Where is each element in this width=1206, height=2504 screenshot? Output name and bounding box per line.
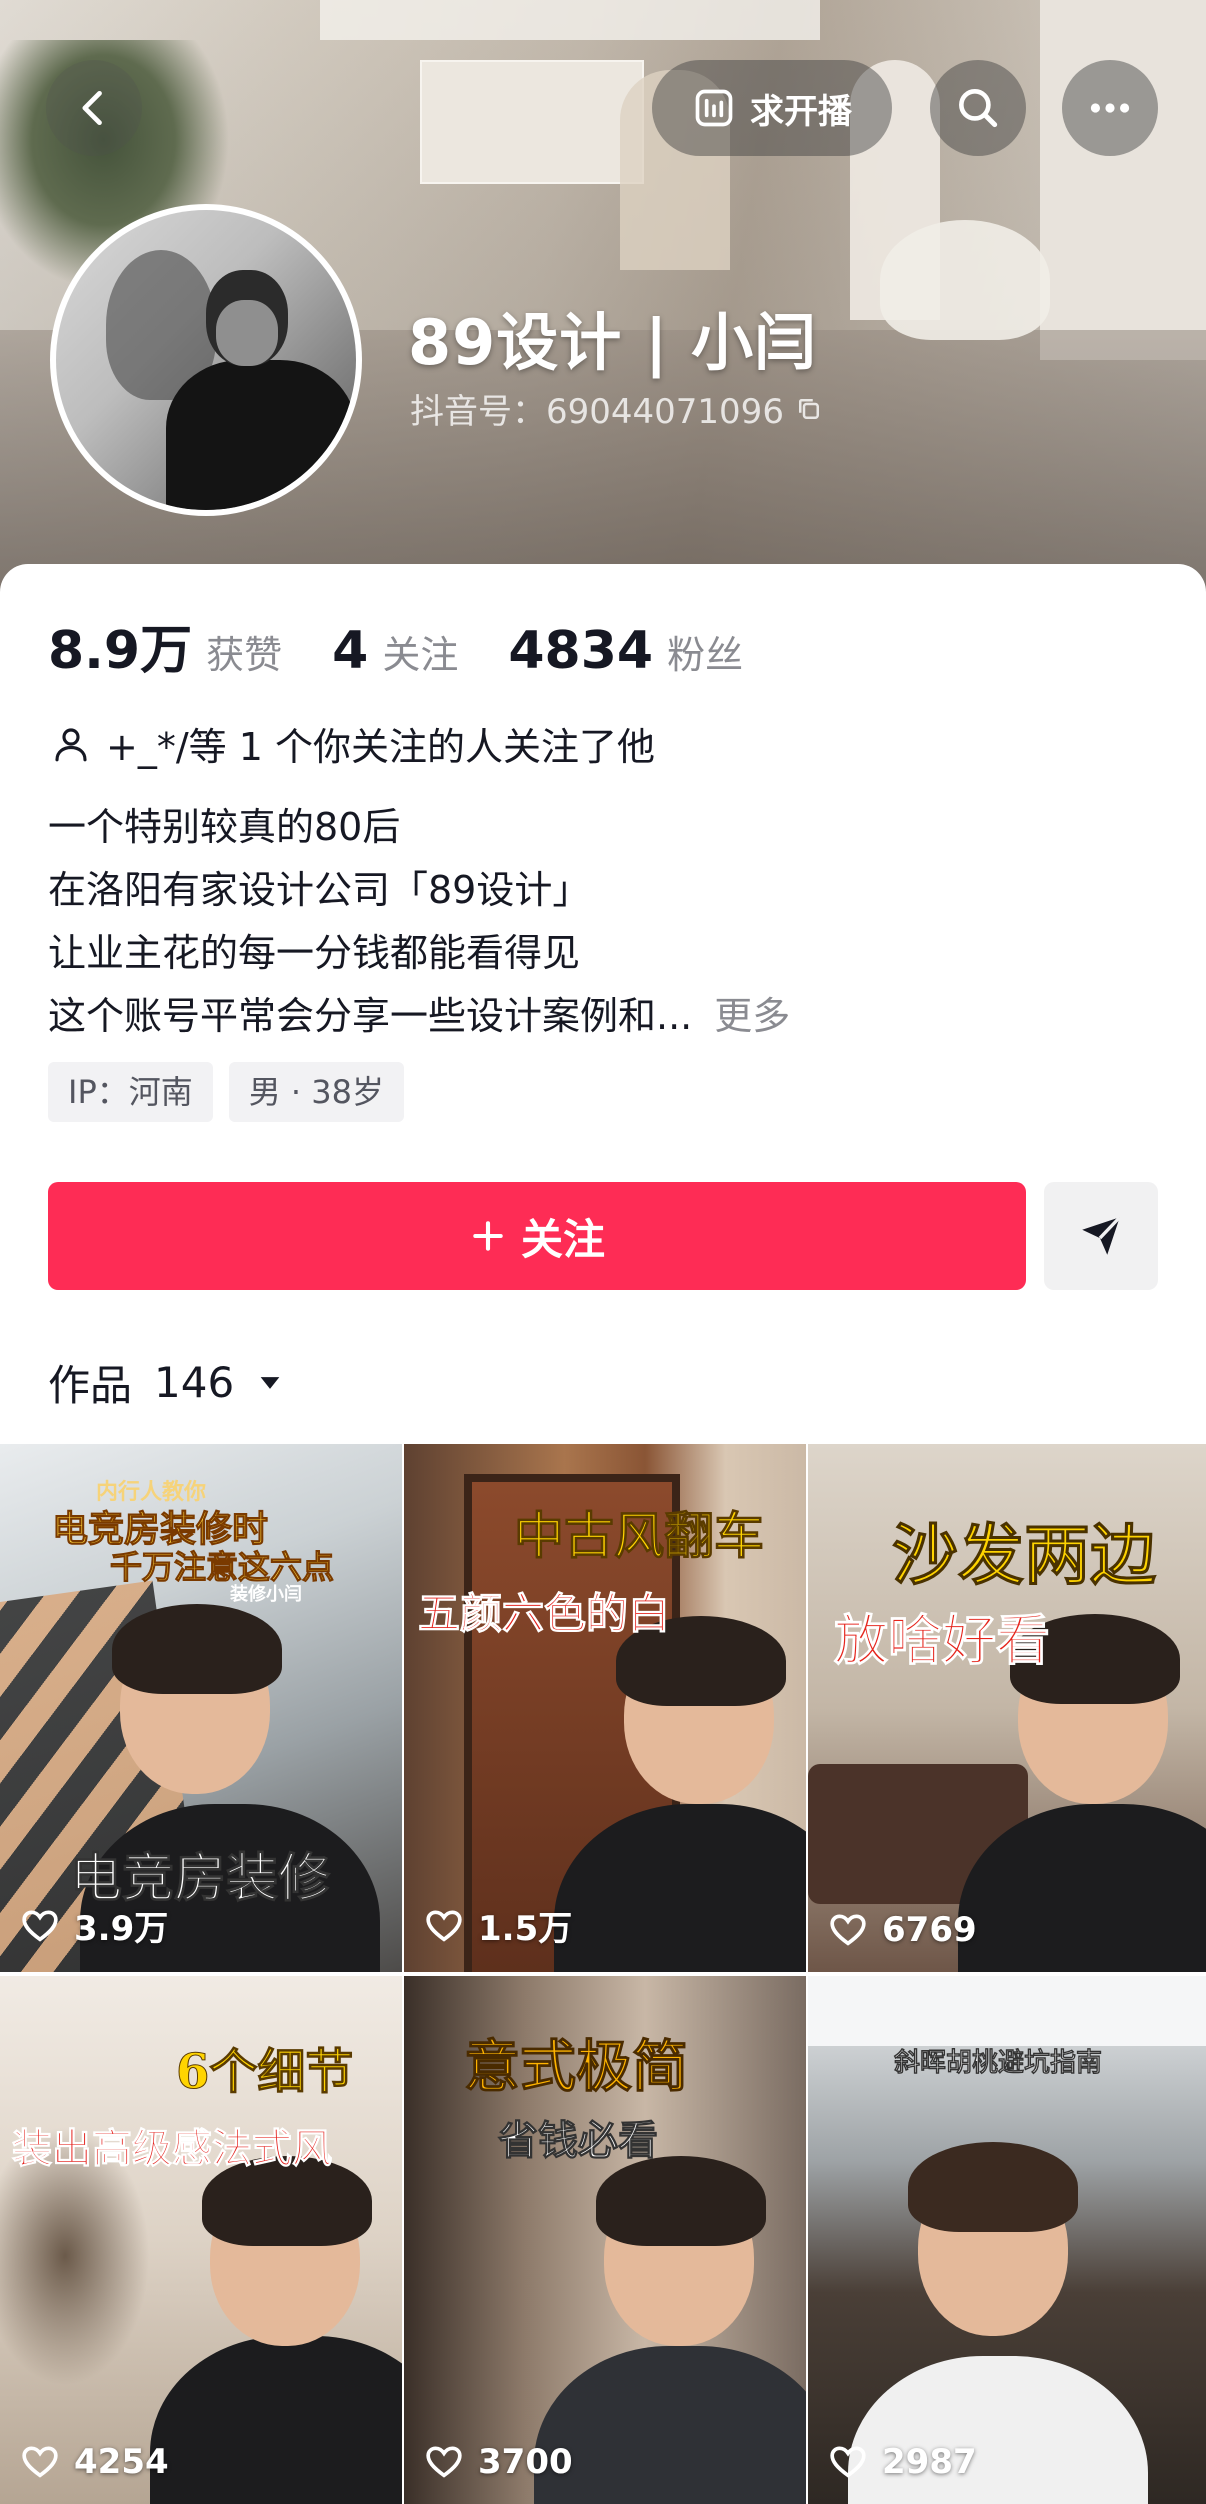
profile-info-card: 8.9万 获赞 4 关注 4834 粉丝 +_*/等 1 个你关注的人关注了他 … [0,564,1206,2504]
likes-count: 8.9万 [48,621,193,681]
video-caption-title: 斜晖胡桃避坑指南 [894,2048,1103,2079]
video-caption-brand: 装修小闫 [230,1584,302,1605]
video-caption-title: 沙发两边 [892,1516,1157,1595]
bio: 一个特别较真的80后 在洛阳有家设计公司「89设计」 让业主花的每一分钱都能看得… [48,796,790,1048]
back-button[interactable] [46,60,142,156]
works-label: 作品 [48,1361,133,1410]
video-likes: 1.5万 [424,1901,572,1950]
follow-button[interactable]: 关注 [48,1182,1026,1290]
video-likes-count: 4254 [74,2442,169,2482]
bio-line: 一个特别较真的80后 [48,805,401,849]
gender-age-tag: 男 · 38岁 [228,1062,404,1122]
video-caption-title: 中古风翻车 [514,1506,765,1566]
video-grid: 内行人教你 电竞房装修时 千万注意这六点 装修小闫 电竞房装修 3.9万 中古风… [0,1444,1206,2504]
bio-line: 这个账号平常会分享一些设计案例和... [48,994,693,1038]
search-button[interactable] [930,60,1026,156]
video-likes-count: 3700 [478,2442,573,2482]
video-caption-bottom: 电竞房装修 [69,1848,331,1910]
avatar[interactable] [50,204,362,516]
bar-chart-icon [695,89,733,127]
heart-icon [830,2446,866,2478]
follow-label: 关注 [520,1215,605,1263]
video-likes-count: 1.5万 [478,1909,573,1949]
video-likes: 3.9万 [20,1901,168,1950]
video-caption-sub: 五颜六色的白 [417,1589,671,1639]
display-name: 89设计 | 小闫 [408,306,818,379]
back-arrow-icon [82,90,102,126]
mutual-followers-text: +_*/等 1 个你关注的人关注了他 [106,725,655,769]
following-label[interactable]: 关注 [382,624,458,679]
send-icon [1082,1216,1121,1255]
heart-icon [830,1914,866,1946]
video-thumbnail[interactable]: 斜晖胡桃避坑指南 2987 [808,1976,1206,2504]
video-likes-count: 6769 [882,1910,977,1950]
person-icon [55,727,87,761]
more-options-button[interactable] [1062,60,1158,156]
request-live-label: 求开播 [750,91,852,132]
mutual-followers[interactable]: +_*/等 1 个你关注的人关注了他 [50,716,655,771]
video-likes-count: 2987 [882,2442,977,2482]
video-likes-count: 3.9万 [74,1909,169,1949]
likes-label: 获赞 [206,633,283,677]
search-icon [959,89,998,128]
video-caption-title: 6个细节 [175,2044,354,2101]
video-caption-sub: 放啥好看 [834,1608,1051,1673]
profile-stats: 8.9万 获赞 4 关注 4834 粉丝 [48,608,793,683]
video-caption-sub: 装出高级感法式风 [12,2125,333,2173]
profile-tags: IP：河南 男 · 38岁 [48,1062,404,1122]
video-likes: 6769 [828,1910,977,1950]
douyin-id-text: 抖音号：69044071096 [410,392,784,432]
caret-down-icon [260,1376,280,1389]
share-button[interactable] [1044,1182,1158,1290]
followers-label[interactable]: 粉丝 [667,624,743,679]
avatar-photo [56,210,356,510]
ip-location-tag: IP：河南 [48,1062,213,1122]
bio-line: 让业主花的每一分钱都能看得见 [48,931,581,975]
heart-icon [426,2446,462,2478]
video-thumbnail[interactable]: 中古风翻车 五颜六色的白 1.5万 [404,1444,806,1972]
request-live-button[interactable]: 求开播 [652,60,892,156]
video-likes: 3700 [424,2442,573,2482]
more-dots-icon [1090,103,1130,113]
works-count: 146 [154,1358,235,1407]
following-count[interactable]: 4 [332,621,368,681]
copy-icon[interactable] [794,394,824,424]
plus-icon [473,1221,503,1251]
douyin-id[interactable]: 抖音号：69044071096 [410,384,824,433]
followers-count[interactable]: 4834 [508,621,653,681]
video-thumbnail[interactable]: 沙发两边 放啥好看 6769 [808,1444,1206,1972]
bio-more-link[interactable]: 更多 [714,994,790,1038]
video-thumbnail[interactable]: 6个细节 装出高级感法式风 4254 [0,1976,402,2504]
works-tab[interactable]: 作品 146 [48,1352,284,1413]
heart-icon [22,1909,58,1942]
bio-line: 在洛阳有家设计公司「89设计」 [48,868,591,912]
heart-icon [426,1909,462,1942]
video-caption-title: 意式极简 [464,2034,689,2101]
video-thumbnail[interactable]: 意式极简 省钱必看 3700 [404,1976,806,2504]
video-likes: 4254 [20,2442,169,2482]
video-thumbnail[interactable]: 内行人教你 电竞房装修时 千万注意这六点 装修小闫 电竞房装修 3.9万 [0,1444,402,1972]
video-caption-sub: 省钱必看 [498,2117,659,2165]
heart-icon [22,2446,58,2478]
video-likes: 2987 [828,2442,977,2482]
